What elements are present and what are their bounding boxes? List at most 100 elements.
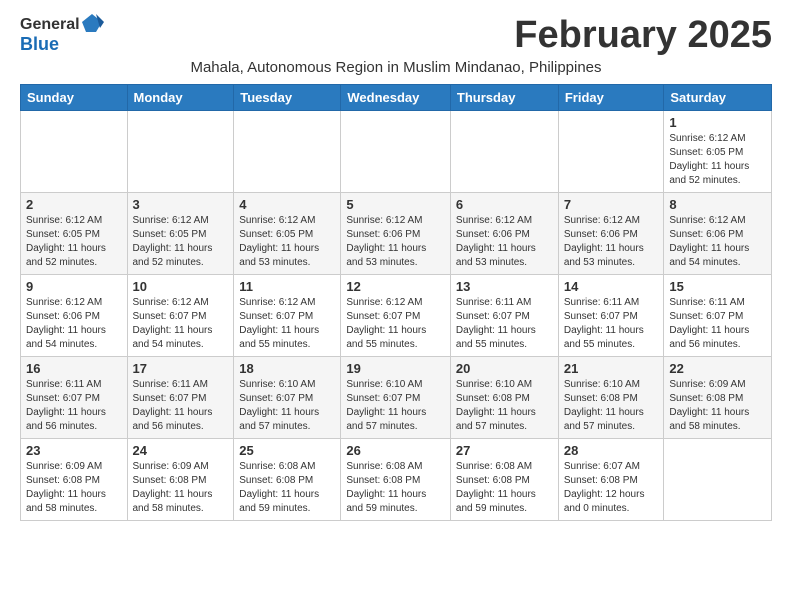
day-number: 25 <box>239 443 335 458</box>
day-info: Sunrise: 6:12 AM Sunset: 6:05 PM Dayligh… <box>239 214 335 270</box>
day-number: 20 <box>456 361 553 376</box>
day-number: 1 <box>669 115 766 130</box>
calendar-cell: 17 Sunrise: 6:11 AM Sunset: 6:07 PM Dayli… <box>127 357 234 439</box>
day-number: 5 <box>346 197 445 212</box>
calendar-cell: 20 Sunrise: 6:10 AM Sunset: 6:08 PM Dayli… <box>450 357 558 439</box>
calendar-week-row: 16 Sunrise: 6:11 AM Sunset: 6:07 PM Dayli… <box>21 357 772 439</box>
calendar-cell: 7 Sunrise: 6:12 AM Sunset: 6:06 PM Daylig… <box>558 193 664 275</box>
day-number: 13 <box>456 279 553 294</box>
header: General Blue February 2025 <box>20 16 772 55</box>
calendar-week-row: 1Sunrise: 6:12 AM Sunset: 6:05 PM Daylig… <box>21 111 772 193</box>
weekday-header: Thursday <box>450 85 558 111</box>
calendar-cell: 3Sunrise: 6:12 AM Sunset: 6:05 PM Daylig… <box>127 193 234 275</box>
day-number: 4 <box>239 197 335 212</box>
weekday-header: Saturday <box>664 85 772 111</box>
day-number: 16 <box>26 361 122 376</box>
weekday-header: Friday <box>558 85 664 111</box>
calendar-cell: 6 Sunrise: 6:12 AM Sunset: 6:06 PM Daylig… <box>450 193 558 275</box>
day-info: Sunrise: 6:12 AM Sunset: 6:05 PM Dayligh… <box>26 214 122 270</box>
day-info: Sunrise: 6:10 AM Sunset: 6:08 PM Dayligh… <box>456 378 553 434</box>
logo-general-text: General <box>20 16 80 34</box>
day-info: Sunrise: 6:12 AM Sunset: 6:06 PM Dayligh… <box>564 214 659 270</box>
calendar-cell <box>341 111 451 193</box>
page: General Blue February 2025 Mahala, Auton… <box>0 0 792 531</box>
day-number: 6 <box>456 197 553 212</box>
calendar-cell <box>21 111 128 193</box>
day-info: Sunrise: 6:12 AM Sunset: 6:06 PM Dayligh… <box>456 214 553 270</box>
day-number: 23 <box>26 443 122 458</box>
day-number: 22 <box>669 361 766 376</box>
calendar-cell <box>234 111 341 193</box>
calendar-cell: 23 Sunrise: 6:09 AM Sunset: 6:08 PM Dayli… <box>21 439 128 521</box>
calendar-cell: 25 Sunrise: 6:08 AM Sunset: 6:08 PM Dayli… <box>234 439 341 521</box>
day-number: 19 <box>346 361 445 376</box>
day-number: 7 <box>564 197 659 212</box>
day-info: Sunrise: 6:07 AM Sunset: 6:08 PM Dayligh… <box>564 460 659 516</box>
location-title: Mahala, Autonomous Region in Muslim Mind… <box>20 59 772 76</box>
calendar-cell: 27 Sunrise: 6:08 AM Sunset: 6:08 PM Dayli… <box>450 439 558 521</box>
weekday-header: Sunday <box>21 85 128 111</box>
calendar-cell <box>664 439 772 521</box>
day-info: Sunrise: 6:12 AM Sunset: 6:07 PM Dayligh… <box>239 296 335 352</box>
day-info: Sunrise: 6:09 AM Sunset: 6:08 PM Dayligh… <box>26 460 122 516</box>
day-number: 9 <box>26 279 122 294</box>
day-info: Sunrise: 6:08 AM Sunset: 6:08 PM Dayligh… <box>239 460 335 516</box>
day-info: Sunrise: 6:11 AM Sunset: 6:07 PM Dayligh… <box>133 378 229 434</box>
day-info: Sunrise: 6:12 AM Sunset: 6:06 PM Dayligh… <box>346 214 445 270</box>
calendar-cell: 9 Sunrise: 6:12 AM Sunset: 6:06 PM Daylig… <box>21 275 128 357</box>
calendar-cell: 8 Sunrise: 6:12 AM Sunset: 6:06 PM Daylig… <box>664 193 772 275</box>
day-number: 10 <box>133 279 229 294</box>
calendar-cell: 26Sunrise: 6:08 AM Sunset: 6:08 PM Dayli… <box>341 439 451 521</box>
day-info: Sunrise: 6:11 AM Sunset: 6:07 PM Dayligh… <box>564 296 659 352</box>
calendar-cell <box>127 111 234 193</box>
day-info: Sunrise: 6:11 AM Sunset: 6:07 PM Dayligh… <box>456 296 553 352</box>
calendar-cell: 24 Sunrise: 6:09 AM Sunset: 6:08 PM Dayli… <box>127 439 234 521</box>
calendar-cell: 28 Sunrise: 6:07 AM Sunset: 6:08 PM Dayli… <box>558 439 664 521</box>
calendar-header-row: SundayMondayTuesdayWednesdayThursdayFrid… <box>21 85 772 111</box>
day-number: 17 <box>133 361 229 376</box>
calendar-cell: 2 Sunrise: 6:12 AM Sunset: 6:05 PM Daylig… <box>21 193 128 275</box>
day-number: 2 <box>26 197 122 212</box>
month-title: February 2025 <box>514 16 772 54</box>
day-info: Sunrise: 6:09 AM Sunset: 6:08 PM Dayligh… <box>669 378 766 434</box>
day-number: 11 <box>239 279 335 294</box>
calendar-cell: 13 Sunrise: 6:11 AM Sunset: 6:07 PM Dayli… <box>450 275 558 357</box>
day-info: Sunrise: 6:11 AM Sunset: 6:07 PM Dayligh… <box>26 378 122 434</box>
day-number: 14 <box>564 279 659 294</box>
day-info: Sunrise: 6:12 AM Sunset: 6:07 PM Dayligh… <box>133 296 229 352</box>
logo-blue-text: Blue <box>20 34 59 54</box>
logo-icon <box>82 12 104 34</box>
calendar-cell: 4 Sunrise: 6:12 AM Sunset: 6:05 PM Daylig… <box>234 193 341 275</box>
day-info: Sunrise: 6:10 AM Sunset: 6:07 PM Dayligh… <box>346 378 445 434</box>
calendar-cell: 22 Sunrise: 6:09 AM Sunset: 6:08 PM Dayli… <box>664 357 772 439</box>
day-info: Sunrise: 6:12 AM Sunset: 6:06 PM Dayligh… <box>26 296 122 352</box>
day-info: Sunrise: 6:10 AM Sunset: 6:08 PM Dayligh… <box>564 378 659 434</box>
calendar-cell <box>558 111 664 193</box>
day-info: Sunrise: 6:10 AM Sunset: 6:07 PM Dayligh… <box>239 378 335 434</box>
day-number: 27 <box>456 443 553 458</box>
calendar-cell: 21Sunrise: 6:10 AM Sunset: 6:08 PM Dayli… <box>558 357 664 439</box>
day-number: 28 <box>564 443 659 458</box>
day-info: Sunrise: 6:12 AM Sunset: 6:07 PM Dayligh… <box>346 296 445 352</box>
calendar-cell: 18Sunrise: 6:10 AM Sunset: 6:07 PM Dayli… <box>234 357 341 439</box>
calendar-cell <box>450 111 558 193</box>
day-number: 8 <box>669 197 766 212</box>
weekday-header: Tuesday <box>234 85 341 111</box>
calendar-cell: 19 Sunrise: 6:10 AM Sunset: 6:07 PM Dayli… <box>341 357 451 439</box>
logo: General Blue <box>20 16 104 55</box>
day-number: 3 <box>133 197 229 212</box>
day-info: Sunrise: 6:11 AM Sunset: 6:07 PM Dayligh… <box>669 296 766 352</box>
calendar-cell: 11 Sunrise: 6:12 AM Sunset: 6:07 PM Dayli… <box>234 275 341 357</box>
calendar-week-row: 2 Sunrise: 6:12 AM Sunset: 6:05 PM Daylig… <box>21 193 772 275</box>
calendar-cell: 14 Sunrise: 6:11 AM Sunset: 6:07 PM Dayli… <box>558 275 664 357</box>
day-number: 24 <box>133 443 229 458</box>
weekday-header: Monday <box>127 85 234 111</box>
day-number: 26 <box>346 443 445 458</box>
calendar-cell: 16 Sunrise: 6:11 AM Sunset: 6:07 PM Dayli… <box>21 357 128 439</box>
calendar-cell: 10 Sunrise: 6:12 AM Sunset: 6:07 PM Dayli… <box>127 275 234 357</box>
calendar-week-row: 9 Sunrise: 6:12 AM Sunset: 6:06 PM Daylig… <box>21 275 772 357</box>
day-info: Sunrise: 6:12 AM Sunset: 6:06 PM Dayligh… <box>669 214 766 270</box>
day-info: Sunrise: 6:09 AM Sunset: 6:08 PM Dayligh… <box>133 460 229 516</box>
day-info: Sunrise: 6:08 AM Sunset: 6:08 PM Dayligh… <box>456 460 553 516</box>
calendar-cell: 1Sunrise: 6:12 AM Sunset: 6:05 PM Daylig… <box>664 111 772 193</box>
